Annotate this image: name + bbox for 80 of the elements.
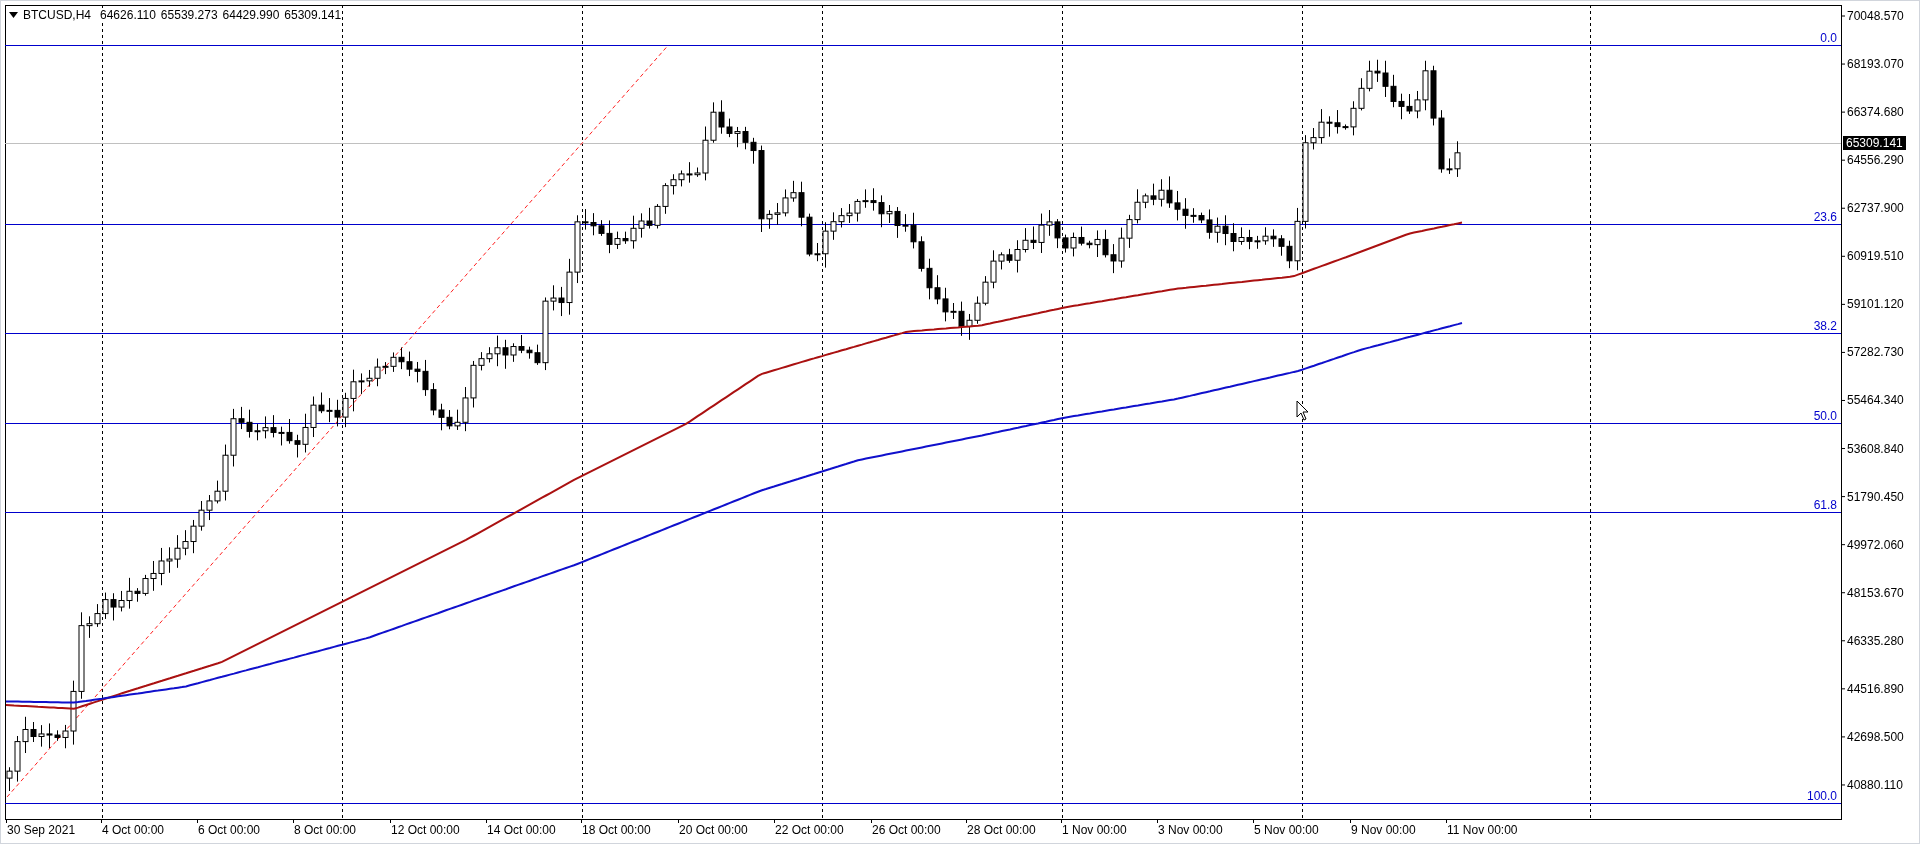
axis-tick xyxy=(1840,207,1846,209)
price-axis-label: 44516.890 xyxy=(1847,682,1904,695)
axis-tick xyxy=(486,818,487,824)
axis-tick xyxy=(1253,818,1254,824)
time-axis-label: 12 Oct 00:00 xyxy=(391,824,460,836)
time-axis-label: 28 Oct 00:00 xyxy=(967,824,1036,836)
axis-tick xyxy=(1840,448,1846,450)
caret-icon[interactable] xyxy=(9,12,18,18)
axis-tick xyxy=(1840,496,1846,498)
axis-tick xyxy=(774,818,775,824)
price-axis-label: 68193.070 xyxy=(1847,58,1904,71)
current-price-label: 65309.141 xyxy=(1843,136,1906,150)
time-axis-label: 9 Nov 00:00 xyxy=(1351,824,1416,836)
axis-tick xyxy=(197,818,198,824)
axis-tick xyxy=(1840,351,1846,353)
price-axis-label: 66374.680 xyxy=(1847,106,1904,119)
axis-tick xyxy=(1061,818,1062,824)
fibonacci-level-label: 100.0 xyxy=(1806,790,1837,802)
price-axis-label: 42698.500 xyxy=(1847,730,1904,743)
time-axis-label: 18 Oct 00:00 xyxy=(582,824,651,836)
price-axis-label: 40880.110 xyxy=(1847,778,1903,791)
price-axis-label: 59101.120 xyxy=(1847,298,1904,311)
axis-tick xyxy=(1157,818,1158,824)
price-axis-label: 62737.900 xyxy=(1847,202,1904,215)
fibonacci-level-label: 61.8 xyxy=(1813,499,1837,511)
ohlc-value: 64429.990 xyxy=(222,9,280,21)
time-axis-label: 5 Nov 00:00 xyxy=(1254,824,1319,836)
axis-tick xyxy=(1350,818,1351,824)
symbol-label: BTCUSD,H4 xyxy=(23,9,91,21)
time-axis-label: 6 Oct 00:00 xyxy=(198,824,261,836)
axis-tick xyxy=(678,818,679,824)
time-axis-label: 26 Oct 00:00 xyxy=(872,824,941,836)
axis-tick xyxy=(1840,640,1846,642)
time-axis-label: 1 Nov 00:00 xyxy=(1062,824,1127,836)
price-axis-label: 48153.670 xyxy=(1847,586,1904,599)
axis-tick xyxy=(1840,255,1846,257)
axis-tick xyxy=(581,818,582,824)
axis-tick xyxy=(1840,544,1846,546)
fibonacci-level-label: 38.2 xyxy=(1813,320,1837,332)
time-axis-label: 30 Sep 2021 xyxy=(7,824,76,836)
axis-tick xyxy=(966,818,967,824)
axis-tick xyxy=(1840,736,1846,738)
price-axis-label: 49972.060 xyxy=(1847,538,1904,551)
axis-tick xyxy=(1840,159,1846,161)
price-axis-label: 70048.570 xyxy=(1847,10,1904,22)
axis-tick xyxy=(1840,63,1846,65)
price-axis-label: 60919.510 xyxy=(1847,250,1904,263)
axis-tick xyxy=(6,818,7,824)
axis-tick xyxy=(1840,15,1846,17)
price-axis-label: 64556.290 xyxy=(1847,154,1904,167)
price-axis-label: 53608.840 xyxy=(1847,442,1904,455)
axis-tick xyxy=(1840,400,1846,401)
ohlc-value: 64626.110 xyxy=(100,9,156,21)
fibonacci-level-label: 23.6 xyxy=(1813,211,1837,223)
axis-tick xyxy=(1840,688,1846,690)
time-axis-label: 3 Nov 00:00 xyxy=(1158,824,1223,836)
axis-tick xyxy=(1840,784,1846,786)
price-axis-label: 57282.730 xyxy=(1847,346,1904,359)
axis-tick xyxy=(1840,303,1846,305)
axis-tick xyxy=(1446,818,1447,824)
fibonacci-level-label: 0.0 xyxy=(1820,32,1837,44)
axis-tick xyxy=(1840,592,1846,594)
ohlc-value: 65539.273 xyxy=(160,9,218,21)
time-axis-label: 8 Oct 00:00 xyxy=(294,824,357,836)
time-axis-label: 22 Oct 00:00 xyxy=(775,824,844,836)
fibonacci-level-label: 50.0 xyxy=(1813,410,1837,422)
cursor-icon xyxy=(1296,400,1309,421)
time-axis-label: 20 Oct 00:00 xyxy=(679,824,748,836)
time-axis-label: 14 Oct 00:00 xyxy=(487,824,556,836)
price-axis-label: 46335.280 xyxy=(1847,634,1904,647)
axis-tick xyxy=(101,818,102,824)
price-axis-label: 51790.450 xyxy=(1847,490,1904,503)
time-axis-label: 11 Nov 00:00 xyxy=(1447,824,1518,836)
price-axis-label: 55464.340 xyxy=(1847,394,1904,407)
axis-tick xyxy=(293,818,294,824)
ohlc-value: 65309.141 xyxy=(284,9,342,21)
axis-tick xyxy=(390,818,391,824)
time-axis-label: 4 Oct 00:00 xyxy=(102,824,165,836)
axis-tick xyxy=(1840,111,1846,113)
axis-tick xyxy=(871,818,872,824)
